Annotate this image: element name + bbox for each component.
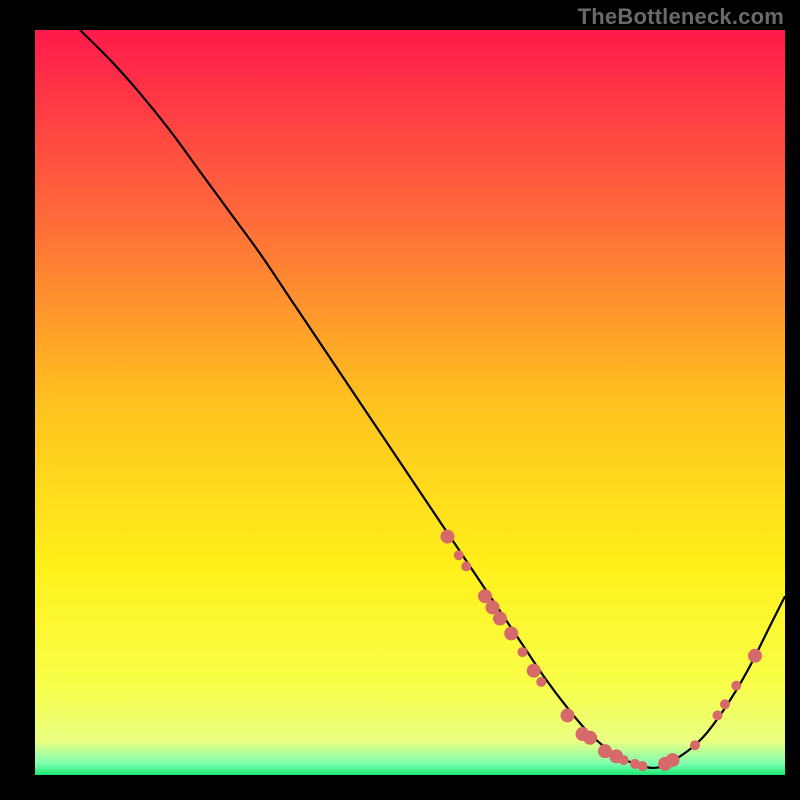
curve-marker [527,664,541,678]
plot-background [35,30,785,775]
curve-marker [454,550,464,560]
curve-marker [690,740,700,750]
curve-marker [583,731,597,745]
curve-marker [731,681,741,691]
chart-container: TheBottleneck.com [0,0,800,800]
curve-marker [666,753,680,767]
curve-marker [748,649,762,663]
curve-marker [713,710,723,720]
curve-marker [638,761,648,771]
curve-marker [441,530,455,544]
curve-marker [561,708,575,722]
curve-marker [504,626,518,640]
curve-marker [493,612,507,626]
bottleneck-chart [0,0,800,800]
curve-marker [536,677,546,687]
curve-marker [720,699,730,709]
curve-marker [518,647,528,657]
watermark-text: TheBottleneck.com [578,4,784,30]
curve-marker [619,755,629,765]
curve-marker [461,561,471,571]
